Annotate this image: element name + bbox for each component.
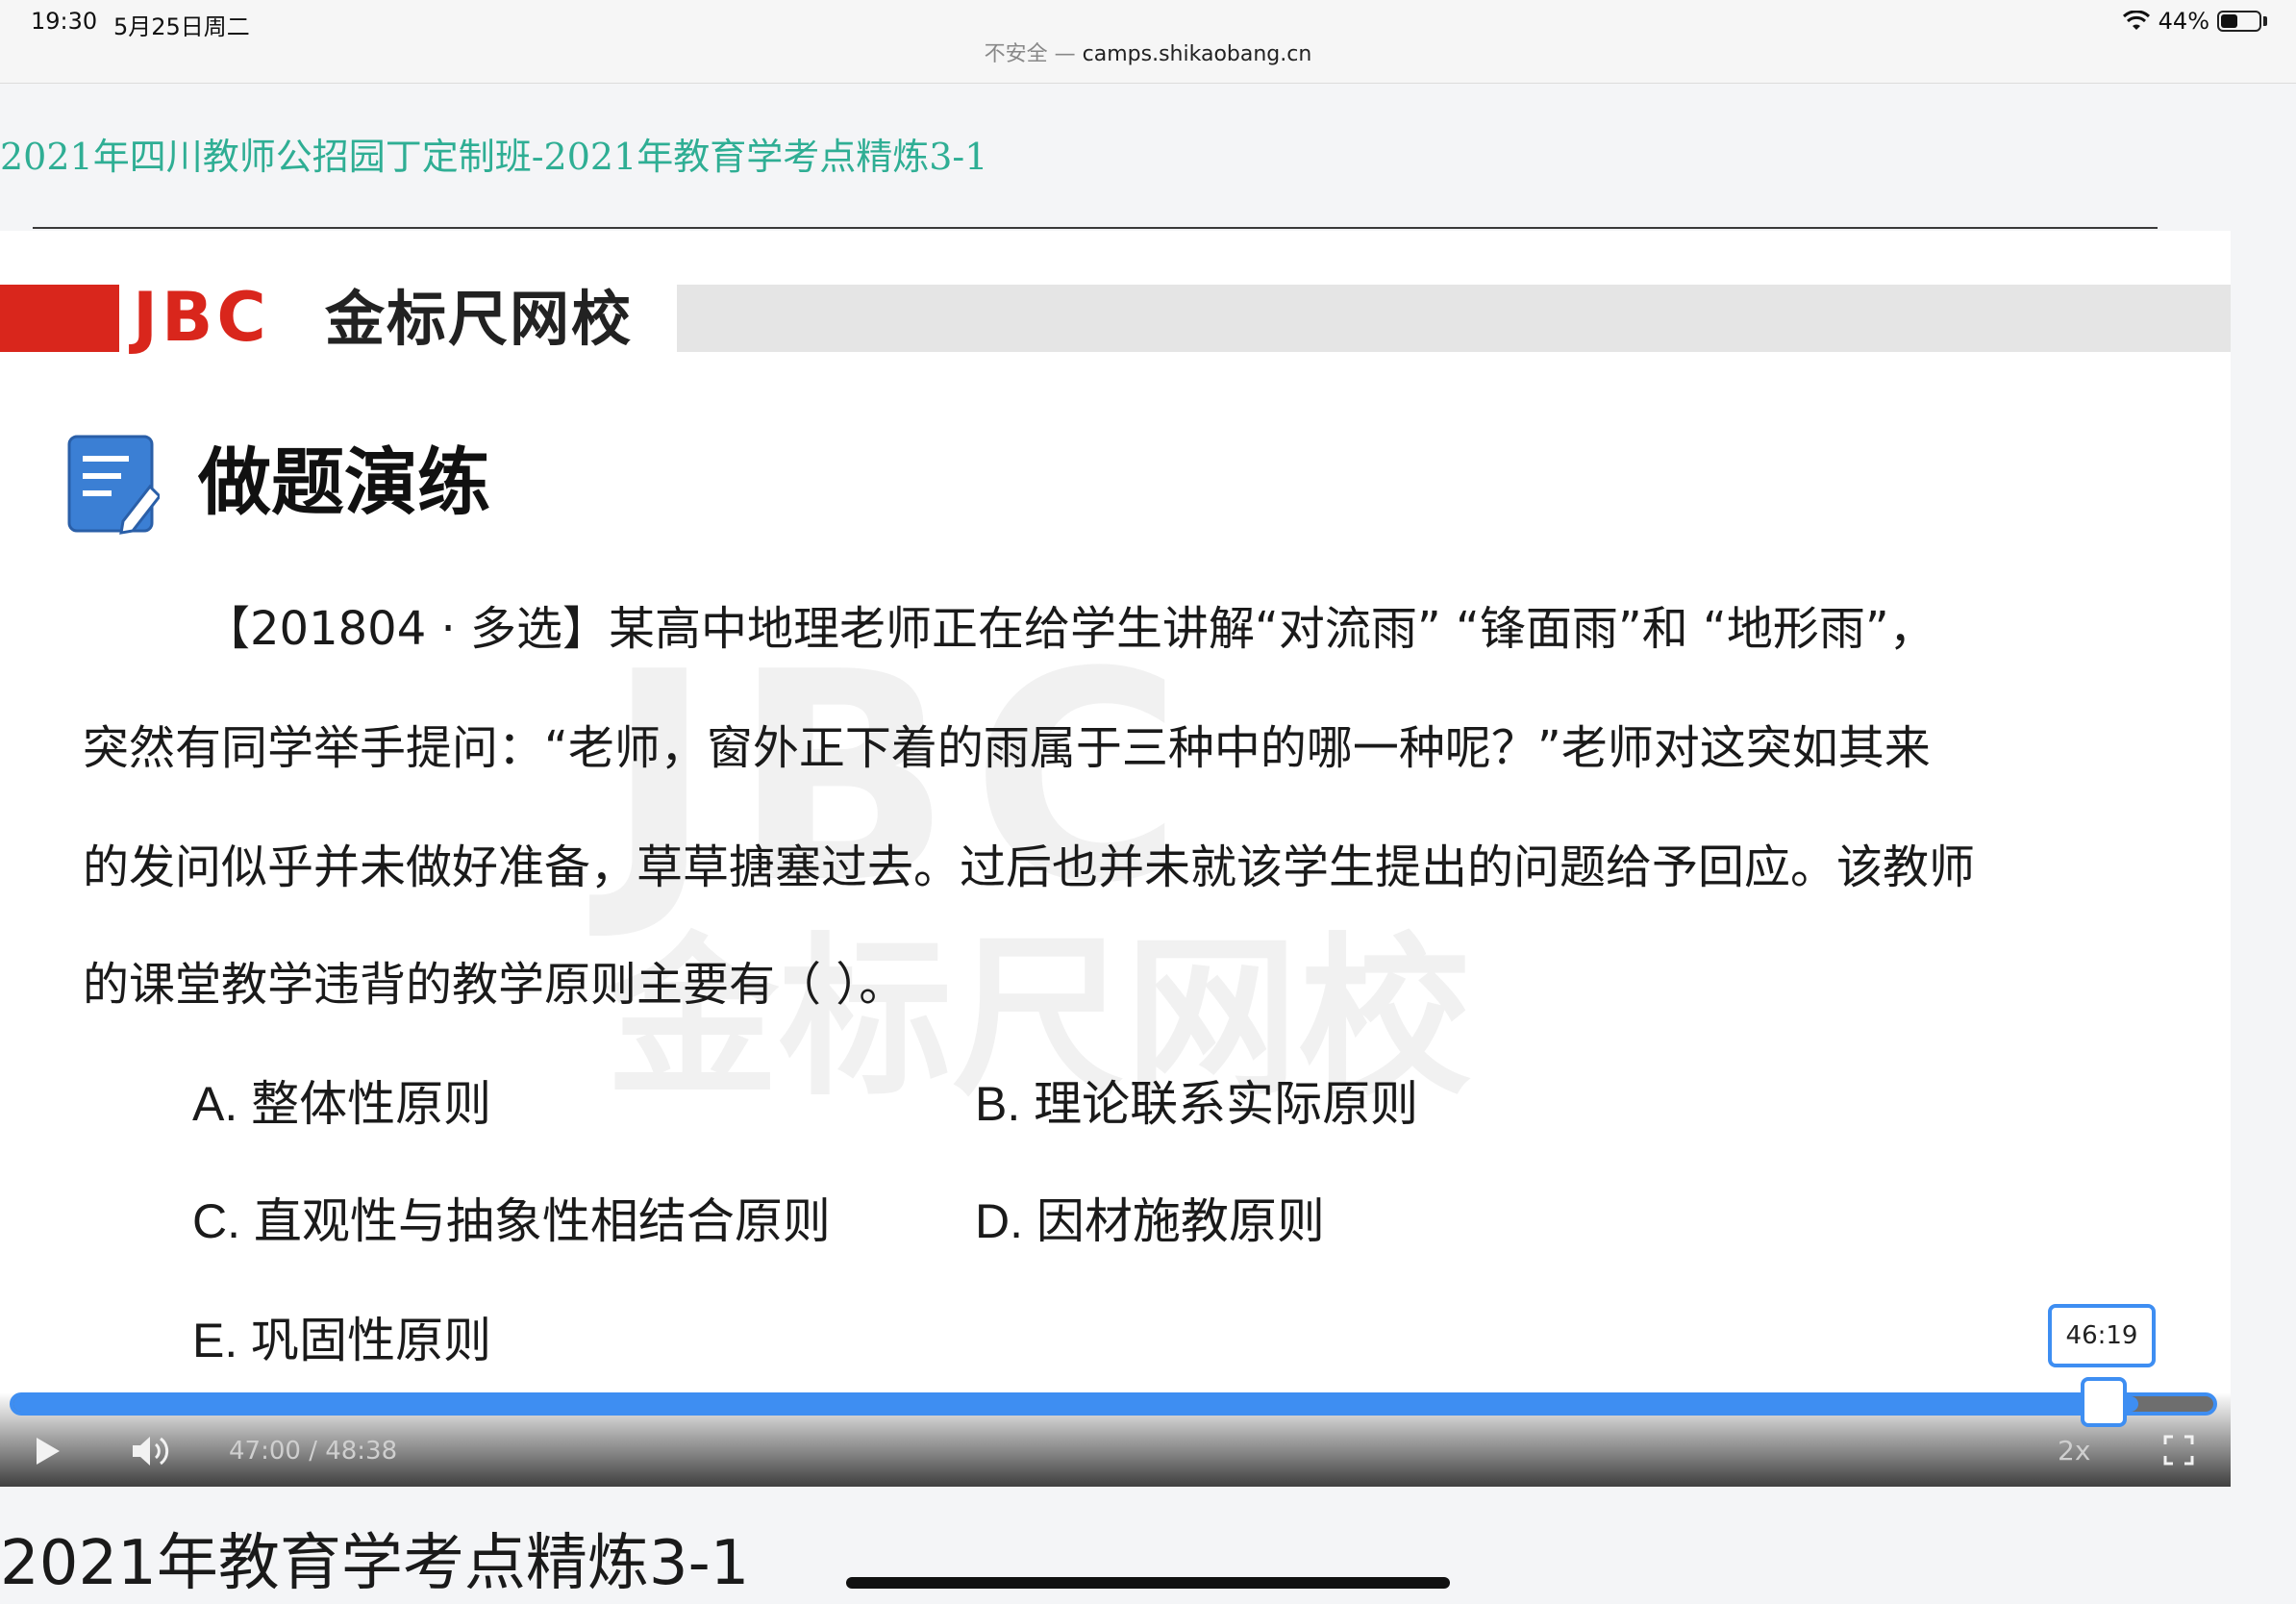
question-line-1: 【201804 · 多选】某高中地理老师正在给学生讲解“对流雨” “锋面雨”和 … xyxy=(204,602,1935,656)
brand-name: 金标尺网校 xyxy=(325,284,634,354)
question-line-2: 突然有同学举手提问：“老师，窗外正下着的雨属于三种中的哪一种呢？”老师对这突如其… xyxy=(83,721,1931,775)
address-bar[interactable]: 不安全 — camps.shikaobang.cn xyxy=(0,37,2296,67)
option-d: D. 因材施教原则 xyxy=(975,1194,1325,1248)
time-display: 47:00 / 48:38 xyxy=(229,1437,398,1466)
volume-icon[interactable] xyxy=(129,1433,175,1469)
lesson-title: 2021年教育学考点精炼3-1 xyxy=(0,1528,750,1599)
speed-button[interactable]: 2x xyxy=(2058,1433,2090,1469)
battery-icon xyxy=(2217,11,2261,32)
option-b: B. 理论联系实际原则 xyxy=(975,1077,1419,1131)
option-a: A. 整体性原则 xyxy=(192,1077,492,1131)
fullscreen-icon[interactable] xyxy=(2163,1435,2194,1466)
option-e: E. 巩固性原则 xyxy=(192,1314,492,1367)
brand-red-block xyxy=(0,285,119,352)
course-title: 2021年四川教师公招园丁定制班-2021年教育学考点精炼3-1 xyxy=(0,136,988,178)
battery-percent: 44% xyxy=(2158,8,2209,35)
brand-gray-bar xyxy=(677,285,2231,352)
edit-note-icon xyxy=(67,435,160,535)
video-player[interactable]: JBC 金标尺网校 JBC 金标尺网校 做题演练 【201804 · 多选】某高… xyxy=(0,231,2231,1487)
progress-fill xyxy=(13,1396,2139,1412)
question-line-3: 的发问似乎并未做好准备，草草搪塞过去。过后也并未就该学生提出的问题给予回应。该教… xyxy=(83,840,1976,894)
status-bar: 19:30 5月25日周二 不安全 — camps.shikaobang.cn … xyxy=(0,0,2296,84)
status-indicators: 44% xyxy=(2122,8,2267,35)
seek-tooltip: 46:19 xyxy=(2048,1304,2156,1367)
wifi-icon xyxy=(2122,11,2150,30)
status-time: 19:30 xyxy=(31,8,98,35)
home-indicator[interactable] xyxy=(846,1577,1450,1589)
progress-bar[interactable] xyxy=(10,1392,2217,1416)
play-icon[interactable] xyxy=(27,1435,65,1467)
brand-logo: JBC xyxy=(133,278,270,357)
divider xyxy=(33,227,2158,229)
insecure-label: 不安全 — xyxy=(984,42,1076,66)
option-c: C. 直观性与抽象性相结合原则 xyxy=(192,1194,831,1248)
question-line-4: 的课堂教学违背的教学原则主要有（ ）。 xyxy=(83,958,906,1012)
section-title: 做题演练 xyxy=(198,439,490,525)
battery-tip xyxy=(2263,16,2267,26)
progress-handle[interactable] xyxy=(2081,1377,2127,1427)
url-text: camps.shikaobang.cn xyxy=(1082,42,1312,66)
